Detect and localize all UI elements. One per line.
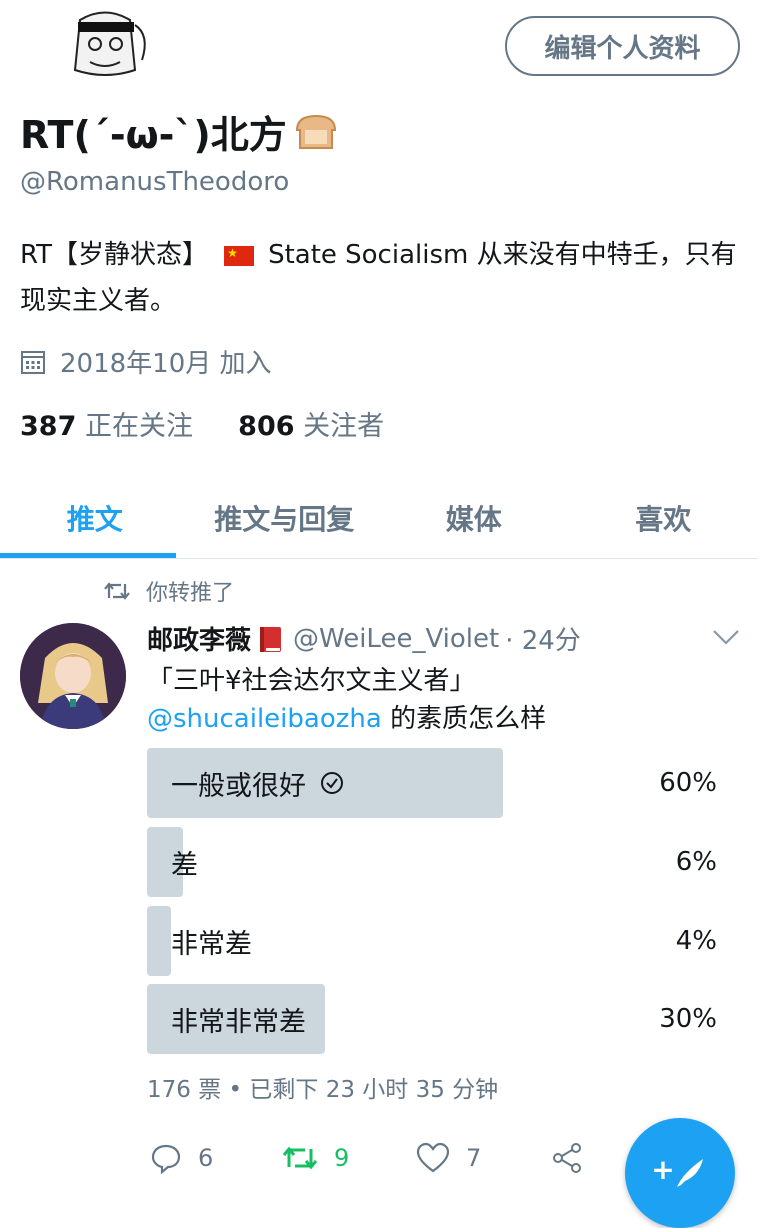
like-button[interactable]: 7 (416, 1140, 481, 1176)
poll-option-text: 差 (171, 843, 198, 882)
poll-option-label: 非常差 (171, 906, 252, 976)
poll-option: 差 6% (147, 827, 717, 897)
tweet-author-avatar[interactable] (20, 623, 126, 729)
tweet-text-line-1: 「三叶¥社会达尔文主义者」 (147, 662, 727, 700)
active-tab-indicator (0, 553, 176, 558)
followers-link[interactable]: 806 关注者 (238, 411, 384, 442)
tweet-author-name[interactable]: 邮政李薇 (147, 620, 251, 657)
retweet-count: 9 (334, 1144, 349, 1172)
tweet-header: 邮政李薇 @WeiLee_Violet · 24分 (147, 620, 581, 657)
retweet-button[interactable]: 9 (282, 1140, 349, 1176)
poll-option-percent: 6% (676, 827, 717, 897)
bio-text-1: RT【岁静状态】 (20, 240, 208, 270)
poll-bar (147, 906, 171, 976)
bread-emoji-icon (291, 112, 341, 152)
tweet-author-handle[interactable]: @WeiLee_Violet (293, 624, 499, 654)
profile-tabs: 推文 推文与回复 媒体 喜欢 (0, 478, 758, 559)
heart-icon (416, 1142, 450, 1174)
mention-link[interactable]: @shucaileibaozha (147, 704, 382, 734)
retweet-context: 你转推了 (104, 575, 234, 607)
tab-tweets-and-replies[interactable]: 推文与回复 (190, 478, 380, 558)
follow-stats: 387 正在关注 806 关注者 (20, 404, 384, 443)
user-handle: @RomanusTheodoro (20, 167, 289, 197)
like-count: 7 (466, 1144, 481, 1172)
poll-option-label: 非常非常差 (171, 984, 306, 1054)
share-button[interactable] (552, 1140, 600, 1176)
join-date-text: 2018年10月 加入 (60, 343, 272, 380)
retweet-icon (104, 580, 130, 602)
reply-icon (150, 1142, 182, 1174)
poll-option-text: 非常差 (171, 922, 252, 961)
china-flag-icon (224, 246, 254, 266)
author-avatar-drawing (20, 623, 126, 729)
poll-meta: 176 票 • 已剩下 23 小时 35 分钟 (147, 1070, 498, 1104)
reply-count: 6 (198, 1144, 213, 1172)
display-name-text: RT(´-ω-`)北方 (20, 104, 287, 159)
followers-label: 关注者 (303, 411, 384, 442)
following-label: 正在关注 (85, 411, 193, 442)
check-circle-icon (320, 771, 344, 795)
retweet-note: 你转推了 (146, 575, 234, 607)
tab-tweets[interactable]: 推文 (0, 478, 190, 558)
calendar-icon (20, 349, 46, 375)
tab-media[interactable]: 媒体 (379, 478, 569, 558)
followers-count: 806 (238, 411, 294, 442)
reply-button[interactable]: 6 (150, 1140, 213, 1176)
share-icon (552, 1142, 584, 1174)
red-book-emoji-icon (255, 624, 285, 654)
join-date: 2018年10月 加入 (20, 343, 272, 380)
poll-option-text: 非常非常差 (171, 1000, 306, 1039)
poll-option: 一般或很好 60% (147, 748, 717, 818)
tab-likes[interactable]: 喜欢 (569, 478, 758, 558)
following-count: 387 (20, 411, 76, 442)
poll-option-label: 差 (171, 827, 198, 897)
tweet-text-rest: 的素质怎么样 (382, 704, 546, 734)
display-name: RT(´-ω-`)北方 (20, 104, 341, 159)
poll-option-label: 一般或很好 (171, 748, 344, 818)
profile-avatar[interactable] (50, 0, 160, 90)
compose-plus-icon: + (651, 1153, 674, 1186)
tweet-text: 「三叶¥社会达尔文主义者」 @shucaileibaozha 的素质怎么样 (147, 662, 727, 738)
poll-option-percent: 30% (659, 984, 717, 1054)
bio: RT【岁静状态】State Socialism 从来没有中特壬，只有现实主义者。 (20, 232, 740, 324)
tweet-text-line-2: @shucaileibaozha 的素质怎么样 (147, 700, 727, 738)
edit-profile-button[interactable]: 编辑个人资料 (505, 16, 740, 76)
poll-option-percent: 4% (676, 906, 717, 976)
poll-option-percent: 60% (659, 748, 717, 818)
poll-option-text: 一般或很好 (171, 764, 306, 803)
profile-avatar-drawing (50, 0, 160, 90)
poll-option: 非常非常差 30% (147, 984, 717, 1054)
compose-tweet-button[interactable]: + (625, 1118, 735, 1228)
poll-option: 非常差 4% (147, 906, 717, 976)
retweet-icon (282, 1143, 318, 1173)
tweet-time[interactable]: · 24分 (505, 620, 581, 657)
feather-icon (673, 1155, 709, 1191)
chevron-down-icon[interactable] (712, 628, 740, 646)
following-link[interactable]: 387 正在关注 (20, 411, 193, 442)
